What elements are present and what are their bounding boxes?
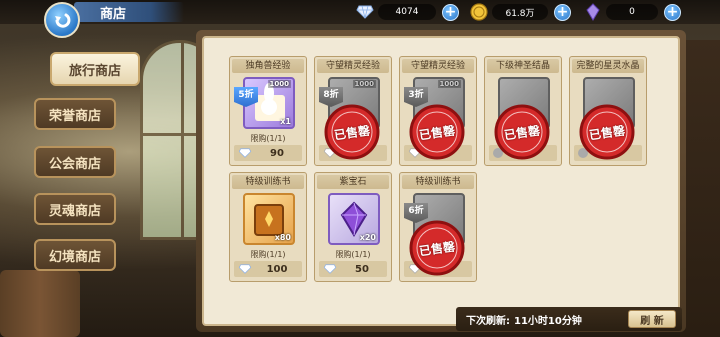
currency-crystal: 0 +: [584, 3, 681, 21]
crystal-icon: [584, 3, 602, 21]
barrel-decoration: [0, 270, 80, 337]
refresh-button[interactable]: 刷 新: [628, 310, 676, 328]
nav-travel-shop[interactable]: 旅行商店: [50, 52, 140, 86]
purchase-limit: 限购(1/1): [250, 250, 286, 259]
sold-out-stamp: 已售罄: [323, 103, 381, 161]
refresh-label: 下次刷新:: [466, 315, 510, 327]
add-diamond-button[interactable]: +: [442, 3, 459, 21]
price-tag: 90: [234, 145, 302, 161]
gold-coin-icon: [470, 3, 488, 21]
shop-item-card[interactable]: 特级训练书 x80 限购(1/1) 100: [229, 172, 307, 282]
shelf-decoration: [680, 40, 720, 337]
sold-out-stamp: 已售罄: [408, 103, 466, 161]
shop-item-card[interactable]: 紫宝石 x20 限购(1/1) 50: [314, 172, 392, 282]
item-title: 特级训练书: [402, 175, 474, 189]
shop-item-card[interactable]: 下级神圣结晶 已售罄: [484, 56, 562, 166]
crystal-amount: 0: [629, 7, 635, 17]
add-crystal-button[interactable]: +: [664, 3, 681, 21]
add-gold-button[interactable]: +: [554, 3, 571, 21]
item-title: 下级神圣结晶: [487, 59, 559, 73]
purchase-limit: 限购(1/1): [250, 134, 286, 143]
page-title: 商店: [100, 7, 127, 22]
shop-item-card[interactable]: 特级训练书 6折 已售罄: [399, 172, 477, 282]
item-title: 守望精灵经验: [402, 59, 474, 73]
item-title: 紫宝石: [317, 175, 389, 189]
sold-out-stamp: 已售罄: [408, 219, 466, 277]
training-book-item: x80: [243, 193, 295, 245]
sold-out-stamp: 已售罄: [493, 103, 551, 161]
diamond-icon: [356, 3, 374, 21]
diamond-icon: [238, 264, 252, 274]
shop-item-card[interactable]: 独角兽经验 1000 x1 5折 限购(1/1) 90: [229, 56, 307, 166]
item-title: 守望精灵经验: [317, 59, 389, 73]
item-title: 独角兽经验: [232, 59, 304, 73]
nav-soul-shop[interactable]: 灵魂商店: [34, 193, 116, 225]
purchase-limit: 限购(1/1): [335, 250, 371, 259]
title-plate: [74, 2, 184, 22]
sold-out-stamp: 已售罄: [578, 103, 636, 161]
nav-dream-shop[interactable]: 幻境商店: [34, 239, 116, 271]
item-title: 特级训练书: [232, 175, 304, 189]
price-tag: 100: [234, 261, 302, 277]
shop-item-card[interactable]: 完整的星灵水晶 已售罄: [569, 56, 647, 166]
diamond-icon: [238, 148, 252, 158]
shop-item-card[interactable]: 守望精灵经验 1000 3折 已售罄: [399, 56, 477, 166]
diamond-amount: 4074: [395, 7, 419, 17]
back-button[interactable]: [44, 2, 80, 38]
diamond-icon: [323, 264, 337, 274]
shop-item-card[interactable]: 守望精灵经验 1000 8折 已售罄: [314, 56, 392, 166]
nav-honor-shop[interactable]: 荣誉商店: [34, 98, 116, 130]
refresh-bar: 下次刷新: 11小时10分钟 刷 新: [456, 307, 682, 331]
currency-gold: 61.8万 +: [470, 3, 571, 21]
amethyst-item: x20: [328, 193, 380, 245]
currency-diamond: 4074 +: [356, 3, 459, 21]
gold-amount: 61.8万: [505, 8, 535, 19]
refresh-countdown: 11小时10分钟: [514, 315, 582, 327]
price-tag: 50: [319, 261, 387, 277]
item-title: 完整的星灵水晶: [572, 59, 644, 73]
nav-guild-shop[interactable]: 公会商店: [34, 146, 116, 178]
back-arrow-icon: [55, 13, 71, 28]
